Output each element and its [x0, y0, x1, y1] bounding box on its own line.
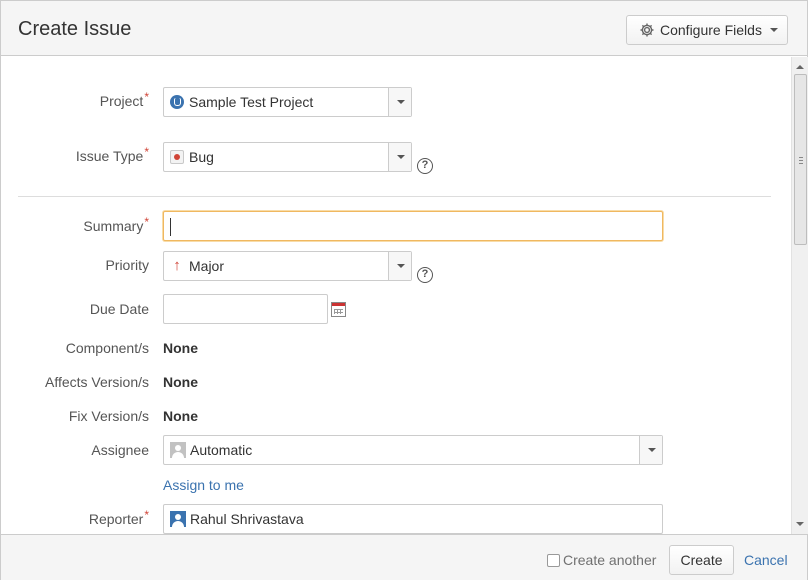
affects-version-label-text: Affects Version/s: [44, 374, 149, 390]
required-marker: *: [144, 215, 149, 229]
issue-type-label-text: Issue Type: [75, 148, 144, 164]
priority-help-icon[interactable]: ?: [417, 267, 433, 283]
components-label-text: Component/s: [65, 340, 149, 356]
configure-fields-button[interactable]: Configure Fields: [626, 15, 788, 45]
assignee-value-text: Automatic: [190, 442, 253, 458]
create-another-checkbox[interactable]: [547, 554, 560, 567]
create-button[interactable]: Create: [669, 545, 734, 575]
scrollbar-grip-icon: [799, 157, 803, 164]
summary-label: Summary*: [1, 215, 149, 234]
user-avatar-icon: [170, 511, 186, 527]
required-marker: *: [144, 90, 149, 104]
vertical-scrollbar[interactable]: [791, 57, 808, 534]
scroll-up-arrow-icon[interactable]: [796, 65, 804, 69]
fix-version-value: None: [163, 408, 198, 424]
due-date-input[interactable]: [163, 294, 328, 324]
project-value: Sample Test Project: [164, 94, 313, 110]
dialog-footer: Create another Create Cancel: [1, 534, 807, 580]
issue-type-label: Issue Type*: [1, 145, 149, 164]
project-value-text: Sample Test Project: [189, 94, 314, 110]
assignee-dropdown-toggle[interactable]: [639, 436, 662, 464]
project-label: Project*: [1, 90, 149, 109]
priority-label: Priority: [1, 257, 149, 273]
issue-type-select[interactable]: Bug: [163, 142, 412, 172]
required-marker: *: [144, 145, 149, 159]
reporter-value-text: Rahul Shrivastava: [190, 511, 304, 527]
summary-label-text: Summary: [83, 218, 144, 234]
assignee-value: Automatic: [164, 442, 252, 458]
priority-value: ↑ Major: [164, 258, 224, 274]
bug-icon: [170, 150, 184, 164]
dialog-body: Project* Sample Test Project Issue Type*…: [1, 57, 793, 534]
cancel-link[interactable]: Cancel: [744, 552, 788, 568]
fix-version-label: Fix Version/s: [1, 408, 149, 424]
gear-icon: [638, 21, 656, 39]
priority-label-text: Priority: [105, 257, 149, 273]
assignee-label-text: Assignee: [91, 442, 149, 458]
reporter-label: Reporter*: [1, 508, 149, 527]
scrollbar-thumb[interactable]: [794, 74, 807, 245]
priority-dropdown-toggle[interactable]: [388, 252, 411, 280]
issue-type-value-text: Bug: [189, 149, 214, 165]
assign-to-me-link[interactable]: Assign to me: [163, 477, 244, 493]
reporter-label-text: Reporter: [88, 511, 144, 527]
required-marker: *: [144, 508, 149, 522]
assignee-label: Assignee: [1, 442, 149, 458]
text-cursor: [170, 218, 171, 236]
dialog-header: Create Issue Configure Fields: [1, 1, 807, 56]
issue-type-help-icon[interactable]: ?: [417, 158, 433, 174]
summary-input[interactable]: [163, 211, 663, 241]
scroll-down-arrow-icon[interactable]: [796, 522, 804, 526]
issue-type-dropdown-toggle[interactable]: [388, 143, 411, 171]
user-avatar-icon: [170, 442, 186, 458]
priority-select[interactable]: ↑ Major: [163, 251, 412, 281]
components-label: Component/s: [1, 340, 149, 356]
calendar-icon[interactable]: [331, 302, 346, 317]
priority-major-icon: ↑: [173, 257, 181, 274]
issue-type-value: Bug: [164, 149, 214, 165]
due-date-label: Due Date: [1, 301, 149, 317]
affects-version-label: Affects Version/s: [1, 374, 149, 390]
project-dropdown-toggle[interactable]: [388, 88, 411, 116]
project-label-text: Project: [99, 93, 144, 109]
project-select[interactable]: Sample Test Project: [163, 87, 412, 117]
assignee-select[interactable]: Automatic: [163, 435, 663, 465]
affects-version-value: None: [163, 374, 198, 390]
reporter-select[interactable]: Rahul Shrivastava: [163, 504, 663, 534]
dialog-title: Create Issue: [18, 18, 132, 40]
priority-value-text: Major: [189, 258, 225, 274]
project-avatar-icon: [170, 95, 184, 109]
due-date-label-text: Due Date: [89, 301, 149, 317]
reporter-value: Rahul Shrivastava: [164, 511, 304, 527]
section-divider: [18, 196, 771, 197]
configure-fields-label: Configure Fields: [660, 22, 762, 38]
create-another-label[interactable]: Create another: [563, 552, 656, 568]
components-value: None: [163, 340, 198, 356]
create-issue-dialog: Create Issue Configure Fields Project* S…: [0, 0, 808, 580]
chevron-down-icon: [769, 28, 778, 32]
fix-version-label-text: Fix Version/s: [68, 408, 149, 424]
